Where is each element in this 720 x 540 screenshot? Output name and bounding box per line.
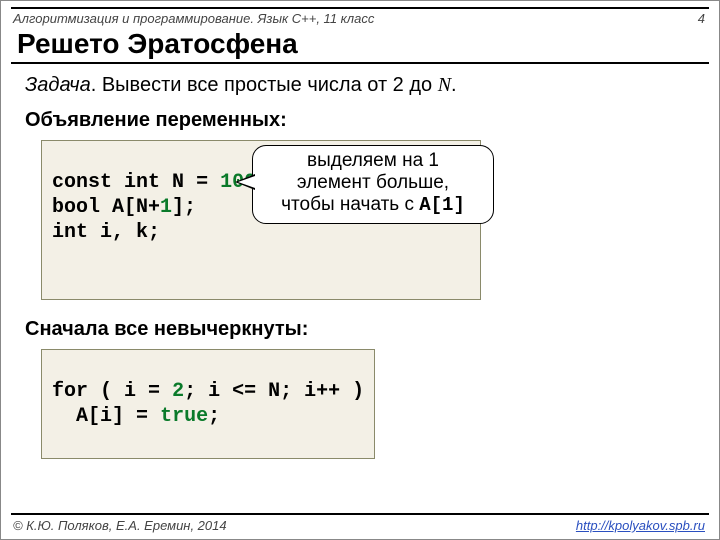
code-block-init: for ( i = 2; i <= N; i++ ) A[i] = true; [41,349,375,459]
task-line: Задача. Вывести все простые числа от 2 д… [25,72,701,99]
section-declarations: Объявление переменных: [25,107,701,134]
section-init: Сначала все невычеркнуты: [25,316,701,343]
task-label: Задача [25,74,91,96]
source-url-link[interactable]: http://kpolyakov.spb.ru [576,518,705,533]
var-N: N [438,74,451,96]
callout-pointer-icon [235,174,255,190]
copyright: © К.Ю. Поляков, Е.А. Еремин, 2014 [13,518,227,533]
page-number: 4 [698,11,705,26]
course-label: Алгоритмизация и программирование. Язык … [13,11,374,26]
callout-note: выделяем на 1 элемент больше, чтобы нача… [252,145,494,224]
code-block-declarations: const int N = 100; bool A[N+1]; int i, k… [41,140,481,300]
slide-title: Решето Эратосфена [1,26,719,60]
